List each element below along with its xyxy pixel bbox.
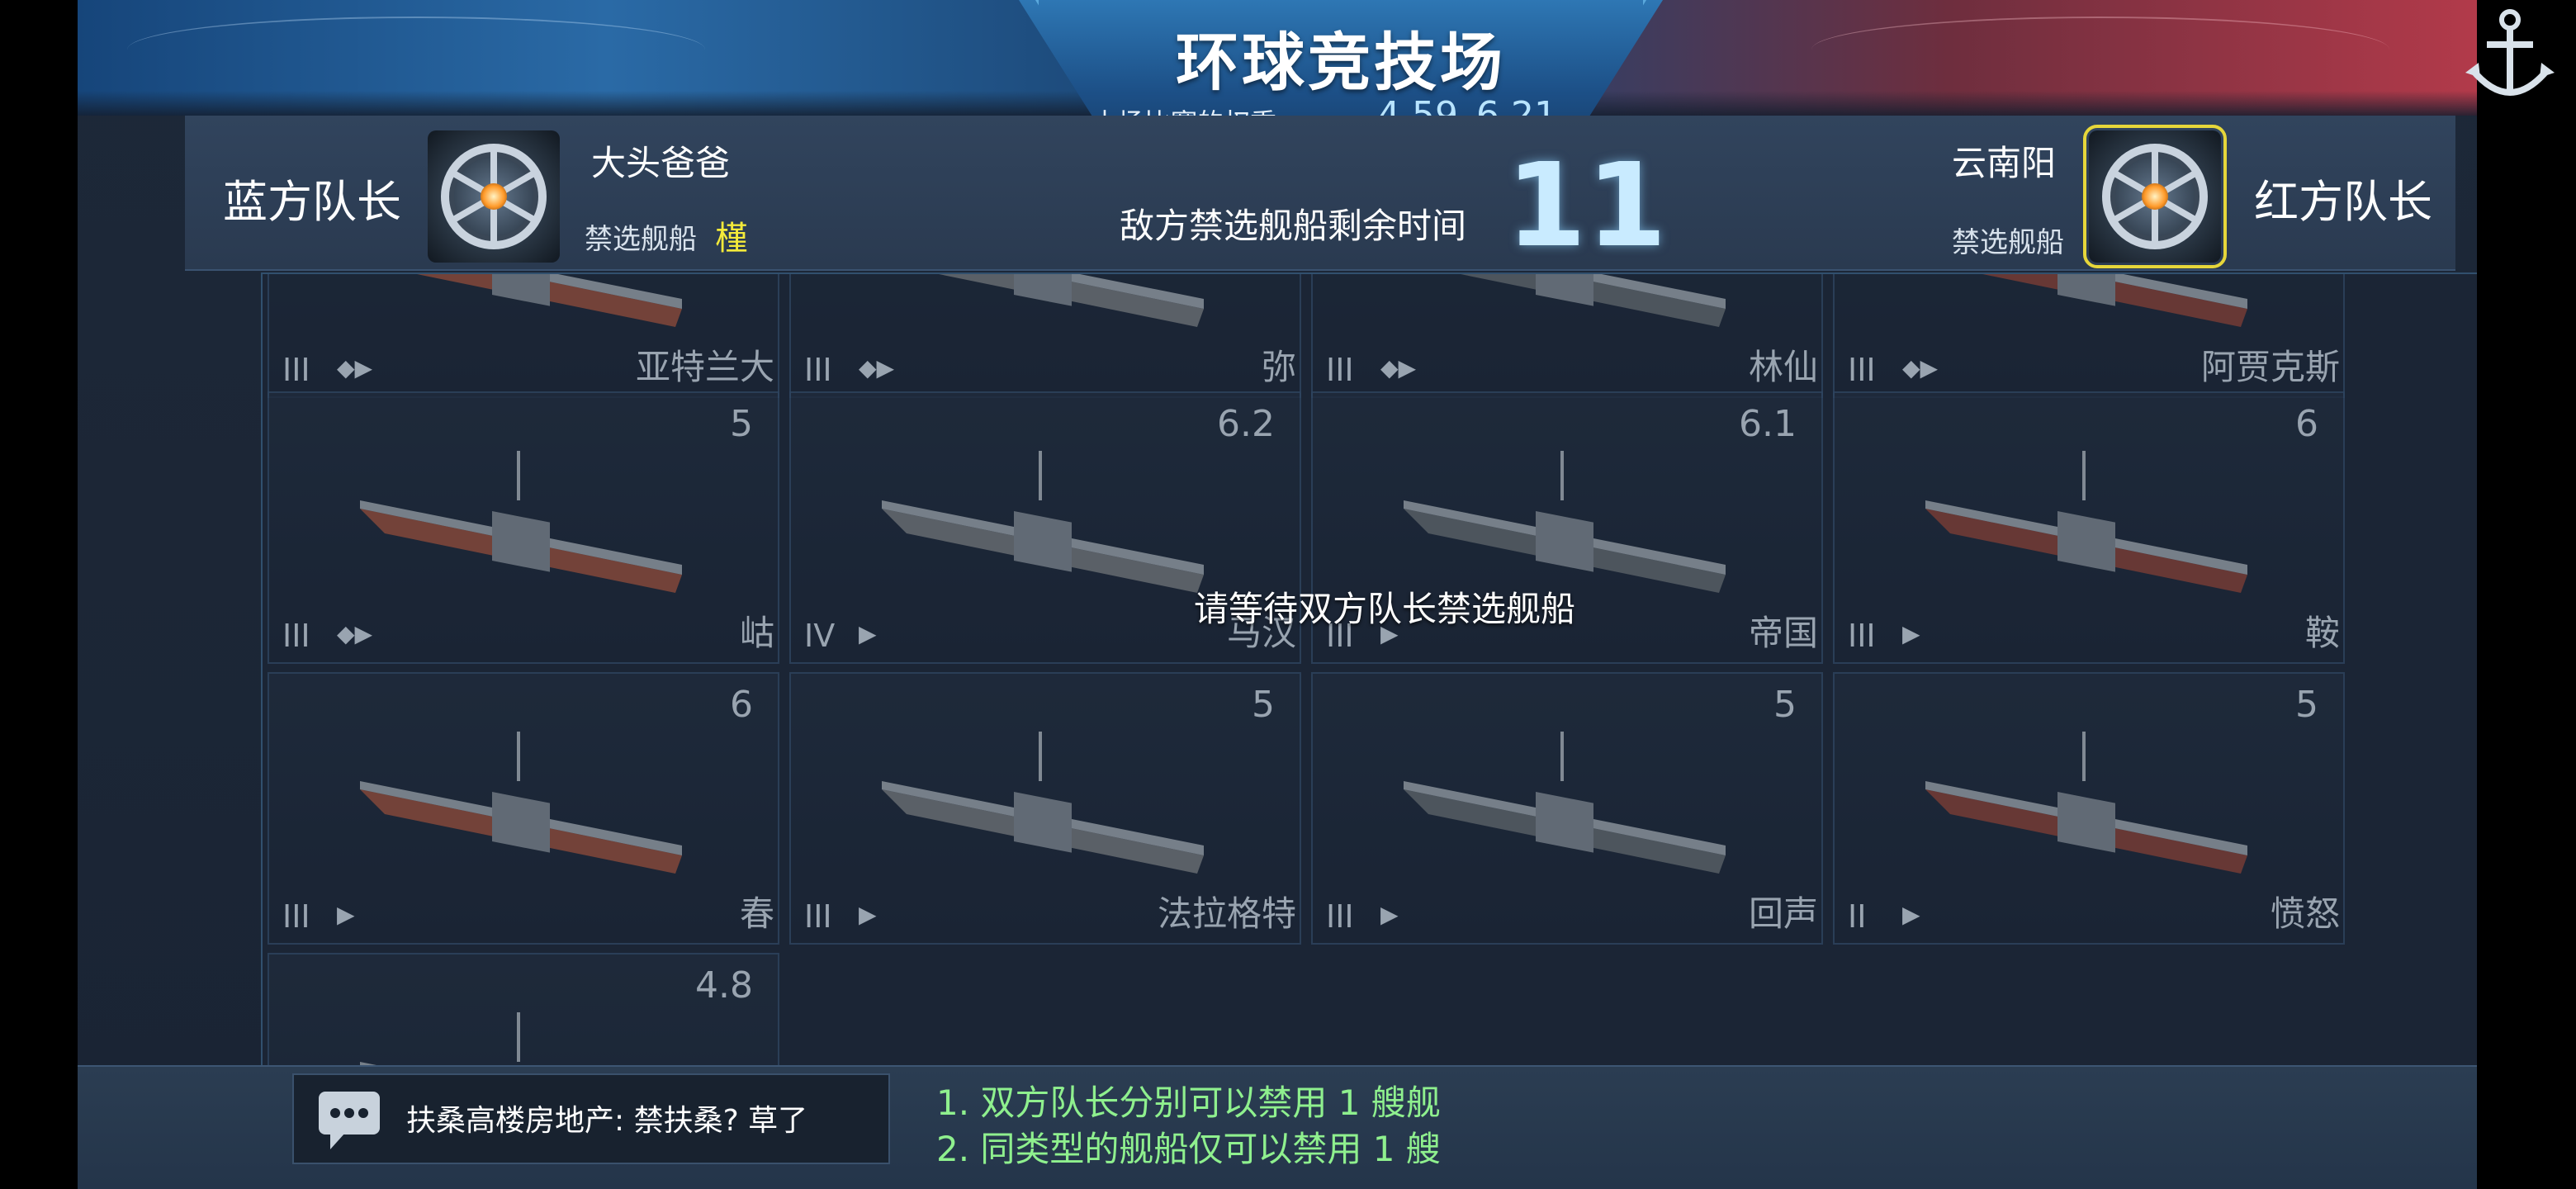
ship-tier: 5	[2295, 684, 2318, 726]
ship-tier-roman: II	[1848, 898, 1867, 935]
ship-card[interactable]: 6 III 鞍 ▶	[1833, 391, 2345, 664]
header-wave-decoration	[127, 17, 705, 83]
ship-tier-roman: III	[1848, 618, 1876, 654]
destroyer-icon: ▶	[859, 620, 877, 647]
cruiser-icon: ◆▶	[859, 354, 895, 381]
ship-tier-roman: III	[804, 898, 832, 935]
destroyer-icon: ▶	[859, 901, 877, 928]
blue-team-label: 蓝方队长	[223, 176, 401, 228]
ship-tier-roman: III	[282, 352, 310, 388]
ship-image	[882, 451, 1204, 593]
ship-tier-roman: III	[1326, 898, 1354, 935]
ship-card[interactable]: 5 III 岵 ◆▶	[268, 391, 779, 664]
header-wave-decoration	[1811, 17, 2389, 83]
destroyer-icon: ▶	[337, 901, 355, 928]
ship-tier: 4.8	[695, 964, 753, 1007]
red-captain-avatar[interactable]	[2083, 125, 2227, 268]
cruiser-icon: ◆▶	[337, 354, 373, 381]
chat-message: 扶桑高楼房地产: 禁扶桑? 草了	[406, 1104, 808, 1138]
ship-grid: III 亚特兰大 ◆▶ III 弥 ◆▶ III 林仙 ◆▶ III 阿贾克斯 ◆▶ 5 III 岵 ◆▶ 6.…	[261, 272, 2477, 1068]
chat-bubble-icon[interactable]	[315, 1087, 383, 1153]
ship-name: 法拉格特	[1157, 893, 1296, 934]
destroyer-icon: ▶	[1902, 620, 1920, 647]
ship-name: 亚特兰大	[635, 347, 774, 387]
ship-image	[1461, 274, 1726, 327]
ship-name: 弥	[1261, 347, 1296, 387]
ship-name: 林仙	[1748, 347, 1818, 387]
destroyer-icon: ▶	[1902, 901, 1920, 928]
ship-name: 春	[739, 893, 774, 934]
ship-card[interactable]: 6 III 春 ▶	[268, 672, 779, 945]
ship-image	[417, 274, 682, 327]
ship-tier: 6	[730, 684, 753, 726]
ship-tier: 5	[1252, 684, 1275, 726]
ship-tier-roman: IV	[804, 618, 836, 654]
cruiser-icon: ◆▶	[1902, 354, 1939, 381]
red-captain-name: 云南阳	[1952, 143, 2057, 183]
ship-tier-roman: III	[804, 352, 832, 388]
rule-line-2: 2. 同类型的舰船仅可以禁用 1 艘	[936, 1129, 1441, 1169]
blue-captain-name: 大头爸爸	[591, 143, 731, 183]
ship-tier-roman: III	[1848, 352, 1876, 388]
ship-name: 鞍	[2304, 613, 2340, 653]
ship-image	[1982, 274, 2247, 327]
ship-tier: 6.2	[1217, 403, 1275, 445]
page-title: 环球竞技场	[1176, 26, 1506, 99]
ship-image	[360, 451, 682, 593]
anchor-icon[interactable]	[2457, 0, 2573, 116]
countdown-timer: 11	[1506, 139, 1667, 273]
ship-card[interactable]: 4.8	[268, 953, 779, 1067]
ship-tier-roman: III	[1326, 352, 1354, 388]
ship-name: 岵	[739, 613, 774, 653]
cruiser-icon: ◆▶	[337, 620, 373, 647]
ship-card[interactable]: 5 III 法拉格特 ▶	[789, 672, 1301, 945]
ship-name: 愤怒	[2270, 893, 2340, 934]
captain-emblem-icon	[441, 144, 547, 249]
cruiser-icon: ◆▶	[1380, 354, 1417, 381]
ship-card[interactable]: III 阿贾克斯 ◆▶	[1833, 274, 2345, 398]
ship-image	[1925, 451, 2247, 593]
ship-name: 阿贾克斯	[2200, 347, 2340, 387]
ship-card[interactable]: 5 II 愤怒 ▶	[1833, 672, 2345, 945]
ship-image	[1404, 732, 1726, 874]
ship-card[interactable]: III 林仙 ◆▶	[1311, 274, 1823, 398]
ship-tier: 6.1	[1739, 403, 1797, 445]
rule-line-1: 1. 双方队长分别可以禁用 1 艘舰	[936, 1082, 1441, 1123]
ship-name: 回声	[1748, 893, 1818, 934]
destroyer-icon: ▶	[1380, 901, 1399, 928]
blue-ban-label: 禁选舰船	[585, 223, 697, 256]
ship-card[interactable]: 5 III 回声 ▶	[1311, 672, 1823, 945]
game-screen: 环球竞技场 本场比赛的权重: 4.59–6.21 蓝方队长 大头爸爸 禁选舰船 …	[78, 0, 2477, 1189]
blue-ban-value: 槿	[715, 220, 748, 258]
captain-emblem-icon	[2102, 144, 2208, 249]
waiting-message: 请等待双方队长禁选舰船	[1194, 589, 1576, 629]
ship-image	[360, 732, 682, 874]
ship-image	[939, 274, 1204, 327]
ship-tier-roman: III	[282, 898, 310, 935]
red-ban-label: 禁选舰船	[1952, 226, 2064, 259]
ship-tier: 6	[2295, 403, 2318, 445]
ship-image	[882, 732, 1204, 874]
red-team-label: 红方队长	[2254, 176, 2432, 228]
ship-tier: 5	[730, 403, 753, 445]
ship-tier-roman: III	[282, 618, 310, 654]
ship-image	[1925, 732, 2247, 874]
screen-edge	[2477, 0, 2576, 1189]
ship-name: 帝国	[1748, 613, 1818, 653]
blue-captain-avatar[interactable]	[428, 130, 560, 263]
ship-image	[360, 1012, 520, 1067]
ship-card[interactable]: III 弥 ◆▶	[789, 274, 1301, 398]
countdown-label: 敌方禁选舰船剩余时间	[1120, 206, 1467, 246]
ship-card[interactable]: III 亚特兰大 ◆▶	[268, 274, 779, 398]
ship-tier: 5	[1773, 684, 1797, 726]
